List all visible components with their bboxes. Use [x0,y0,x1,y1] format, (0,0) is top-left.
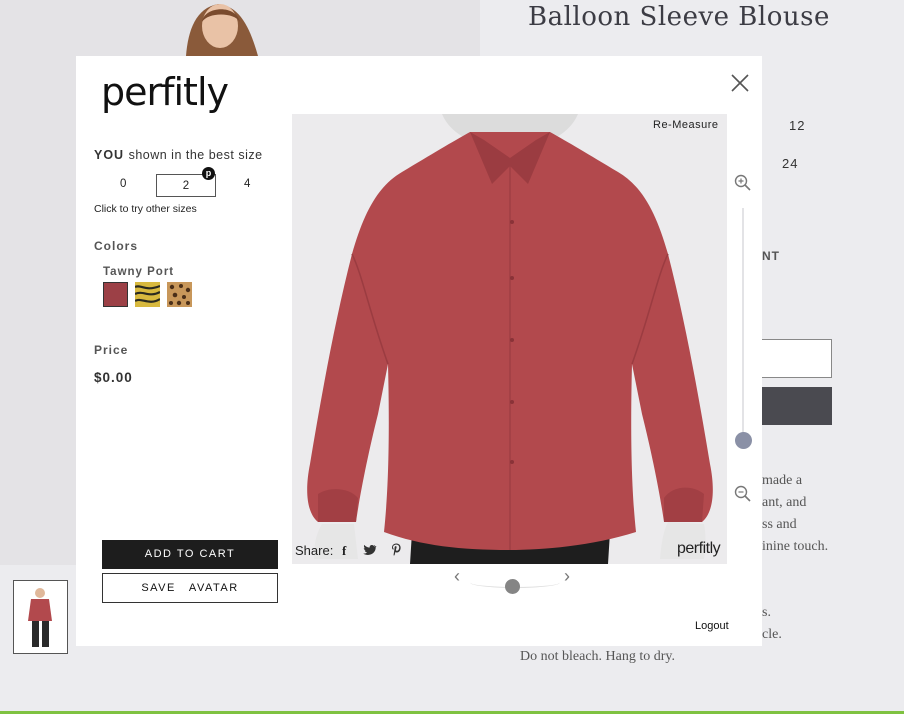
background-outline-button [760,339,832,378]
best-size-heading: YOU shown in the best size [94,148,263,162]
zoom-in-icon[interactable] [734,174,752,192]
partial-label: NT [762,249,780,263]
best-size-text: shown in the best size [128,148,263,162]
pinterest-icon[interactable] [391,543,402,559]
zoom-slider-track[interactable] [742,208,744,436]
fitting-modal: perfitly YOU shown in the best size 0 2 … [76,56,762,646]
product-thumbnail[interactable] [13,580,68,654]
description-line-3: ss and [762,517,797,532]
description-line-4: inine touch. [762,539,829,554]
selected-color-name: Tawny Port [103,266,175,278]
zoom-slider-handle[interactable] [735,432,752,449]
facebook-icon[interactable]: f [342,543,346,559]
colors-label: Colors [94,239,139,253]
price-label: Price [94,343,129,357]
viewer-perfitly-logo: perfitly [677,540,721,557]
perfitly-logo: perfitly [101,70,229,114]
product-title: Balloon Sleeve Blouse [528,2,830,32]
close-icon[interactable] [728,71,752,95]
swatch-zebra-print[interactable] [134,282,161,307]
care-line-1: s. [762,605,771,620]
rotate-left-icon[interactable]: ‹ [454,566,460,587]
product-model-photo [178,0,268,56]
best-size-prefix: YOU [94,148,125,162]
description-line-1: made a [762,473,803,488]
zoom-out-icon[interactable] [734,485,752,503]
save-avatar-button[interactable]: SAVE AVATAR [102,573,278,603]
rotate-slider-handle[interactable] [505,579,520,594]
size-option-4[interactable]: 4 [244,178,251,190]
description-line-2: ant, and [762,495,807,510]
background-dark-button [760,387,832,425]
twitter-icon[interactable] [363,544,377,559]
size-value-12: 12 [789,118,806,133]
blouse-avatar-image [292,114,727,564]
add-to-cart-button[interactable]: ADD TO CART [102,540,278,569]
swatch-tawny-port[interactable] [103,282,128,307]
share-label: Share: [295,543,334,558]
size-hint: Click to try other sizes [94,203,197,215]
size-option-0[interactable]: 0 [120,178,127,190]
logout-link[interactable]: Logout [695,620,729,632]
size-value-24: 24 [782,156,799,171]
price-value: $0.00 [94,370,133,385]
care-line-3: Do not bleach. Hang to dry. [520,649,675,664]
avatar-viewer[interactable] [292,114,727,564]
remeasure-link[interactable]: Re-Measure [653,119,719,131]
swatch-leopard-print[interactable] [167,282,192,307]
perfitly-badge-icon: p [202,167,215,180]
rotate-right-icon[interactable]: › [564,566,570,587]
care-line-2: cle. [762,627,782,642]
